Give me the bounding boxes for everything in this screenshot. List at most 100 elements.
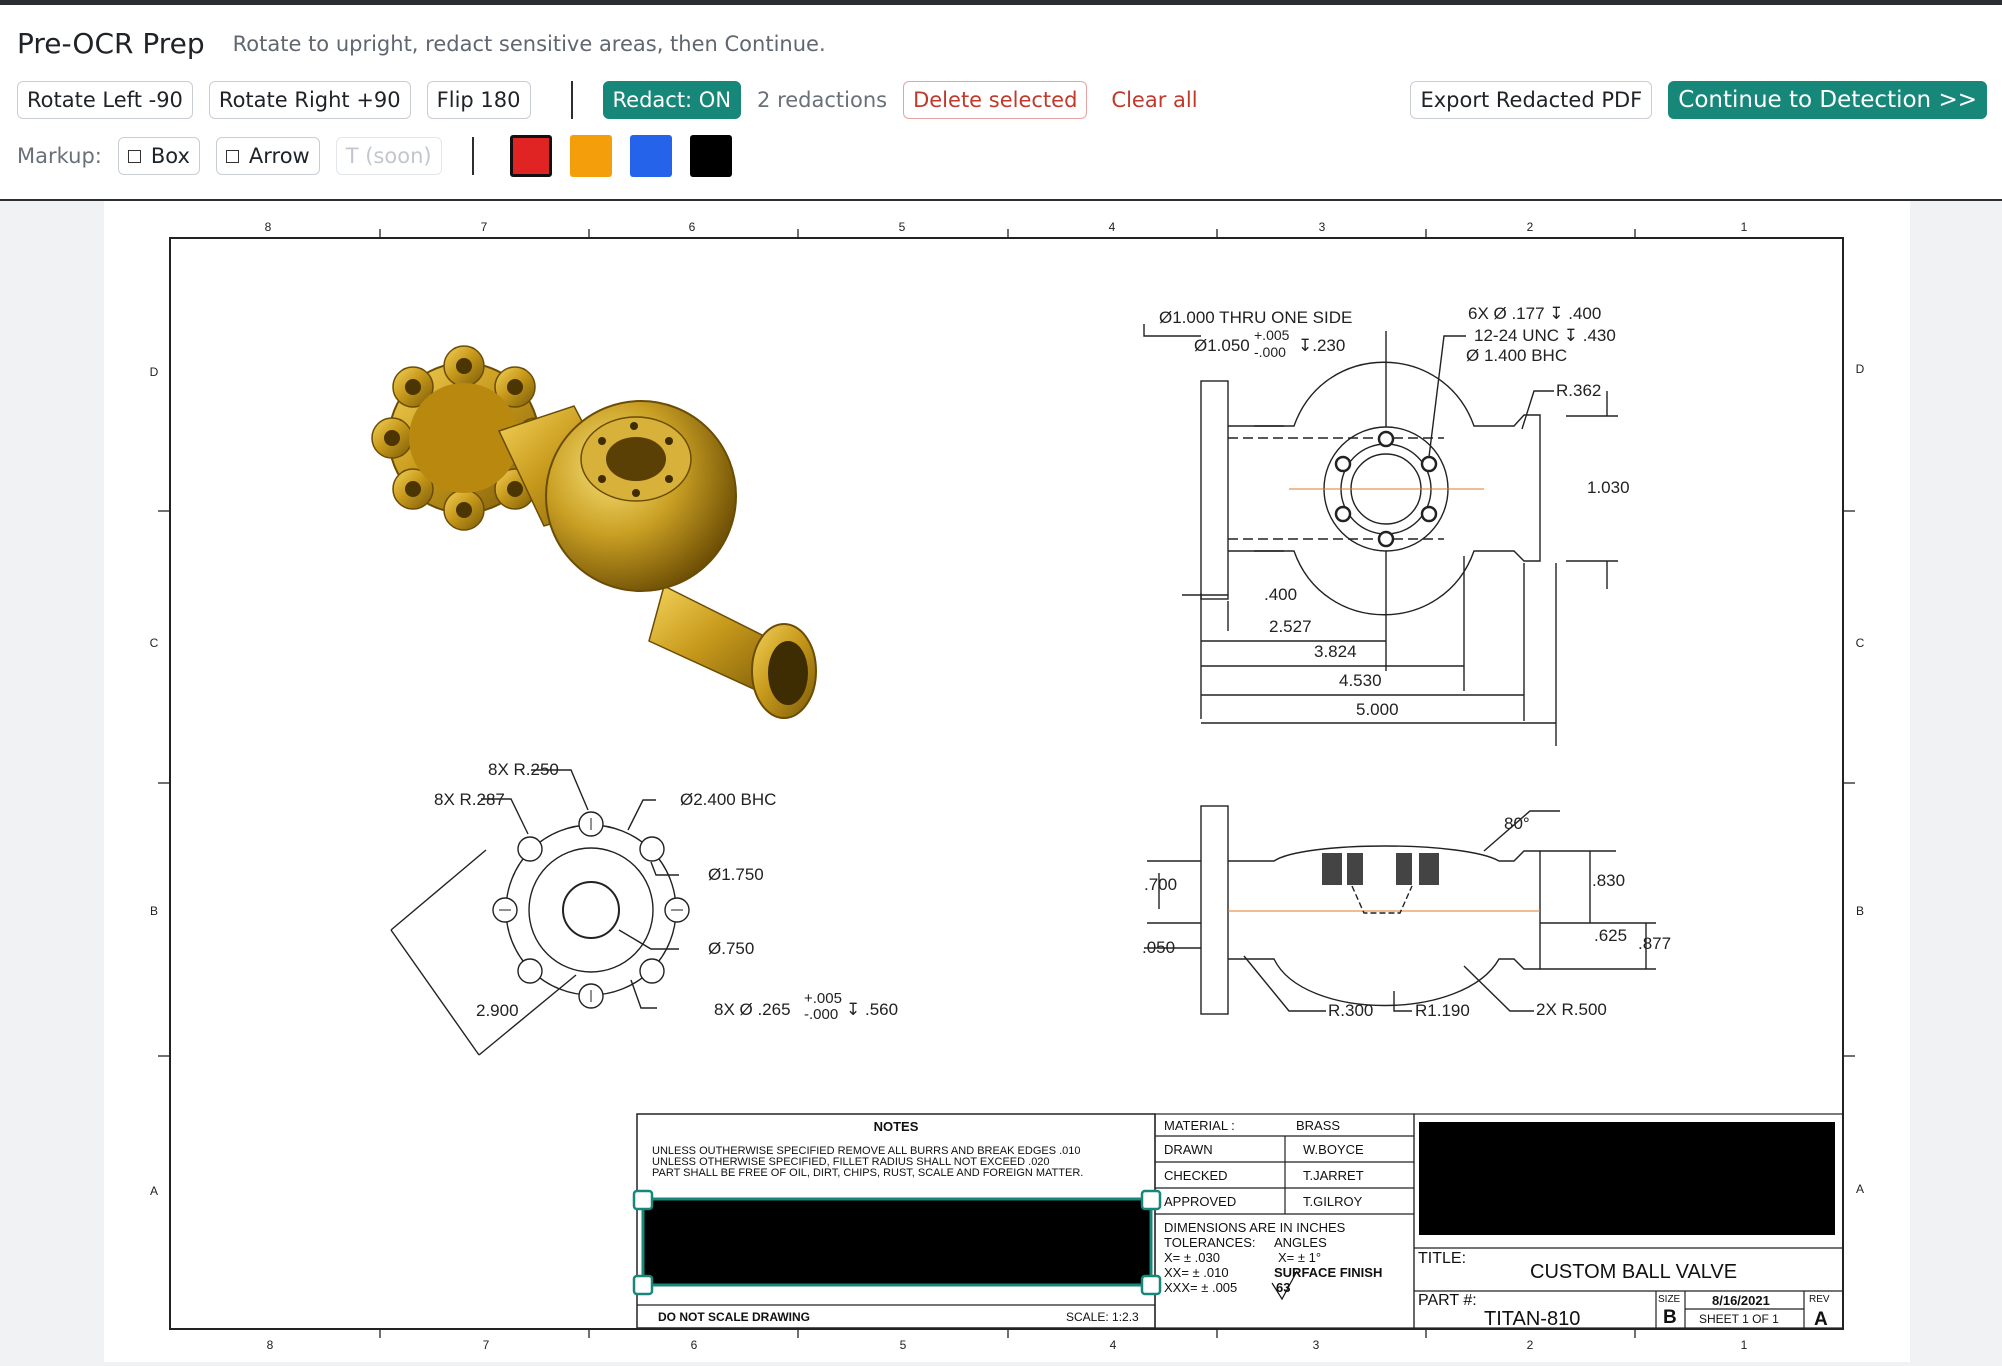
arrow-tool-button[interactable]: Arrow xyxy=(215,137,320,175)
svg-text:A: A xyxy=(1814,1309,1828,1330)
svg-text:REV: REV xyxy=(1809,1294,1830,1305)
rotate-left-button[interactable]: Rotate Left -90 xyxy=(17,81,193,119)
redaction-box-title-block[interactable] xyxy=(1419,1122,1835,1235)
svg-text:-.000: -.000 xyxy=(1254,344,1286,360)
markup-label: Markup: xyxy=(17,144,102,168)
checkbox-icon xyxy=(225,149,239,163)
svg-text:6X Ø .177 ↧ .400: 6X Ø .177 ↧ .400 xyxy=(1468,304,1601,323)
redaction-box-notes-selected[interactable] xyxy=(632,1189,1162,1296)
header-row: Pre-OCR Prep Rotate to upright, redact s… xyxy=(17,27,826,60)
color-swatch-red[interactable] xyxy=(509,135,552,177)
rotate-right-button[interactable]: Rotate Right +90 xyxy=(208,81,411,119)
clear-all-link[interactable]: Clear all xyxy=(1111,88,1197,112)
svg-text:BRASS: BRASS xyxy=(1296,1118,1340,1133)
delete-selected-button[interactable]: Delete selected xyxy=(903,81,1088,119)
svg-text:8/16/2021: 8/16/2021 xyxy=(1712,1293,1770,1308)
svg-text:63: 63 xyxy=(1276,1280,1290,1295)
svg-text:6: 6 xyxy=(689,220,696,234)
svg-text:3.824: 3.824 xyxy=(1314,642,1357,661)
svg-text:SURFACE FINISH: SURFACE FINISH xyxy=(1274,1265,1382,1280)
svg-text:.625: .625 xyxy=(1594,926,1627,945)
svg-text:SIZE: SIZE xyxy=(1658,1294,1681,1305)
color-swatch-orange[interactable] xyxy=(569,135,612,177)
svg-text:5: 5 xyxy=(900,1338,907,1352)
svg-text:CUSTOM BALL VALVE: CUSTOM BALL VALVE xyxy=(1530,1261,1737,1283)
svg-text:4: 4 xyxy=(1110,1338,1117,1352)
export-redacted-pdf-button[interactable]: Export Redacted PDF xyxy=(1410,81,1653,119)
svg-text:D: D xyxy=(150,365,159,379)
box-tool-button[interactable]: Box xyxy=(117,137,200,175)
resize-handle-bottom-left[interactable] xyxy=(632,1274,654,1296)
svg-text:D: D xyxy=(1856,362,1865,376)
svg-text:3: 3 xyxy=(1313,1338,1320,1352)
svg-text:A: A xyxy=(150,1184,158,1198)
svg-text:8: 8 xyxy=(267,1338,274,1352)
svg-text:1: 1 xyxy=(1741,220,1748,234)
svg-text:7: 7 xyxy=(483,1338,490,1352)
drawing-sheet: 8 7 6 5 4 3 2 1 8 7 6 5 4 3 2 1 D C B A … xyxy=(150,220,1865,1352)
svg-text:+.005: +.005 xyxy=(804,990,842,1007)
svg-text:X= ± 1°: X= ± 1° xyxy=(1278,1250,1321,1265)
svg-text:C: C xyxy=(150,636,159,650)
svg-text:.400: .400 xyxy=(1264,585,1297,604)
svg-text:TITAN-810: TITAN-810 xyxy=(1484,1308,1580,1330)
resize-handle-bottom-right[interactable] xyxy=(1140,1274,1162,1296)
notes-line-3: PART SHALL BE FREE OF OIL, DIRT, CHIPS, … xyxy=(652,1167,1083,1179)
svg-text:.700: .700 xyxy=(1144,875,1177,894)
svg-text:TOLERANCES:: TOLERANCES: xyxy=(1164,1235,1256,1250)
continue-to-detection-button[interactable]: Continue to Detection >> xyxy=(1668,81,1987,119)
zone-column-labels-bottom: 8 7 6 5 4 3 2 1 xyxy=(267,1338,1748,1352)
app-subtitle: Rotate to upright, redact sensitive area… xyxy=(232,31,826,56)
svg-text:2: 2 xyxy=(1527,220,1534,234)
svg-text:T.JARRET: T.JARRET xyxy=(1303,1168,1364,1183)
svg-text:3: 3 xyxy=(1319,220,1326,234)
color-swatch-black[interactable] xyxy=(689,135,732,177)
app-title: Pre-OCR Prep xyxy=(17,27,205,60)
svg-text:8X Ø .265: 8X Ø .265 xyxy=(714,1000,791,1019)
svg-text:B: B xyxy=(150,904,158,918)
svg-text:CHECKED: CHECKED xyxy=(1164,1168,1228,1183)
flip-180-button[interactable]: Flip 180 xyxy=(426,81,531,119)
svg-text:4.530: 4.530 xyxy=(1339,671,1382,690)
svg-text:.050: .050 xyxy=(1142,938,1175,957)
svg-text:Ø2.400 BHC: Ø2.400 BHC xyxy=(680,790,776,809)
svg-text:DRAWN: DRAWN xyxy=(1164,1142,1213,1157)
toolbar: Pre-OCR Prep Rotate to upright, redact s… xyxy=(0,5,2002,201)
svg-text:APPROVED: APPROVED xyxy=(1164,1194,1236,1209)
svg-text:T.GILROY: T.GILROY xyxy=(1303,1194,1363,1209)
svg-text:XX= ± .010: XX= ± .010 xyxy=(1164,1265,1229,1280)
svg-text:B: B xyxy=(1663,1307,1677,1328)
text-tool-button: T (soon) xyxy=(335,137,442,175)
svg-text:X= ± .030: X= ± .030 xyxy=(1164,1250,1220,1265)
svg-text:PART #:: PART #: xyxy=(1418,1292,1477,1309)
svg-text:1: 1 xyxy=(1741,1338,1748,1352)
color-swatch-blue[interactable] xyxy=(629,135,672,177)
resize-handle-top-right[interactable] xyxy=(1140,1189,1162,1211)
svg-text:8X R.250: 8X R.250 xyxy=(488,760,559,779)
svg-text:B: B xyxy=(1856,904,1864,918)
svg-text:2.900: 2.900 xyxy=(476,1001,519,1020)
svg-text:4: 4 xyxy=(1109,220,1116,234)
resize-handle-top-left[interactable] xyxy=(632,1189,654,1211)
svg-text:SHEET 1 OF 1: SHEET 1 OF 1 xyxy=(1699,1312,1779,1326)
svg-text:Ø.750: Ø.750 xyxy=(708,939,754,958)
toolbar-separator xyxy=(570,81,573,119)
svg-text:80°: 80° xyxy=(1504,814,1530,833)
svg-text:R1.190: R1.190 xyxy=(1415,1001,1470,1020)
checkbox-icon xyxy=(127,149,141,163)
document-canvas[interactable]: 8 7 6 5 4 3 2 1 8 7 6 5 4 3 2 1 D C B A … xyxy=(104,201,1910,1362)
redaction-count: 2 redactions xyxy=(757,88,888,112)
do-not-scale-label: DO NOT SCALE DRAWING xyxy=(658,1310,810,1324)
svg-text:2.527: 2.527 xyxy=(1269,617,1312,636)
svg-text:TITLE:: TITLE: xyxy=(1418,1250,1466,1267)
redact-toggle-button[interactable]: Redact: ON xyxy=(602,81,742,119)
svg-text:2X R.500: 2X R.500 xyxy=(1536,1000,1607,1019)
svg-text:12-24 UNC ↧ .430: 12-24 UNC ↧ .430 xyxy=(1474,326,1616,345)
svg-text:Ø 1.400 BHC: Ø 1.400 BHC xyxy=(1466,346,1567,365)
svg-text:↧ .560: ↧ .560 xyxy=(846,1000,898,1019)
svg-text:6: 6 xyxy=(691,1338,698,1352)
svg-text:5.000: 5.000 xyxy=(1356,700,1399,719)
svg-text:R.300: R.300 xyxy=(1328,1001,1373,1020)
svg-text:-.000: -.000 xyxy=(804,1006,838,1023)
svg-text:.830: .830 xyxy=(1592,871,1625,890)
